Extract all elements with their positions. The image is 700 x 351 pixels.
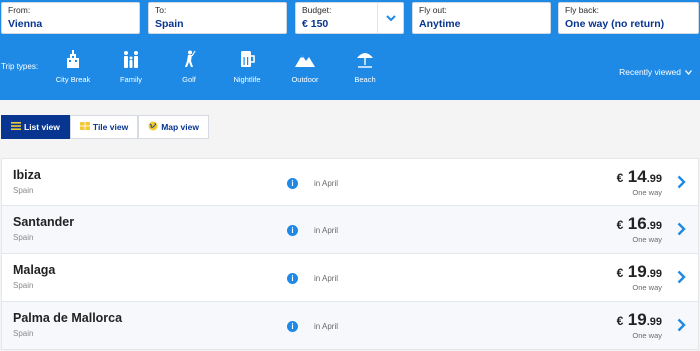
trip-type-golf[interactable]: Golf <box>161 48 217 84</box>
price: € 19.99 One way <box>617 262 662 292</box>
info-icon[interactable]: i <box>287 225 298 236</box>
trip-type-nightlife[interactable]: Nightlife <box>219 48 275 84</box>
price-decimal: .99 <box>646 220 662 232</box>
price: € 19.99 One way <box>617 310 662 340</box>
list-item[interactable]: Santander Spain i in April € 16.99 One w… <box>1 206 699 254</box>
chevron-down-icon[interactable] <box>377 3 403 33</box>
list-item[interactable]: Ibiza Spain i in April € 14.99 One way <box>1 158 699 206</box>
city-icon <box>45 48 101 70</box>
currency: € <box>616 314 624 328</box>
golf-icon <box>161 48 217 70</box>
search-header: From: Vienna To: Spain Budget: € 150 Fly… <box>0 0 700 100</box>
recently-viewed-label: Recently viewed <box>619 67 681 77</box>
list-item[interactable]: Malaga Spain i in April € 19.99 One way <box>1 254 699 302</box>
fly-out-value: Anytime <box>419 18 461 30</box>
fare-type: One way <box>632 283 662 292</box>
price-decimal: .99 <box>646 173 662 185</box>
tile-view-button[interactable]: Tile view <box>69 115 139 139</box>
trip-type-label: Outdoor <box>291 75 319 84</box>
travel-period: in April <box>314 274 339 283</box>
list-item[interactable]: Palma de Mallorca Spain i in April € 19.… <box>1 302 699 350</box>
destination-country: Spain <box>13 186 34 195</box>
chevron-right-icon[interactable] <box>677 175 686 194</box>
fly-back-label: Fly back: <box>565 5 600 15</box>
budget-field[interactable]: Budget: € 150 <box>295 2 404 34</box>
list-view-button[interactable]: List view <box>1 115 70 139</box>
info-icon[interactable]: i <box>287 178 298 189</box>
fly-out-label: Fly out: <box>419 5 447 15</box>
currency: € <box>616 266 624 280</box>
trip-type-label: Beach <box>354 75 376 84</box>
trip-types-label: Trip types: <box>1 62 39 71</box>
trip-type-beach[interactable]: Beach <box>337 48 393 84</box>
destination-city: Palma de Mallorca <box>13 311 123 325</box>
trip-type-label: Family <box>119 75 143 84</box>
price-decimal: .99 <box>646 268 662 280</box>
price: € 14.99 One way <box>617 167 662 197</box>
trip-type-label: Golf <box>182 75 196 84</box>
price-decimal: .99 <box>646 316 662 328</box>
price: € 16.99 One way <box>617 214 662 244</box>
trip-type-family[interactable]: Family <box>103 48 159 84</box>
chevron-right-icon[interactable] <box>677 222 686 241</box>
from-value: Vienna <box>8 18 43 30</box>
info-icon[interactable]: i <box>287 321 298 332</box>
currency: € <box>616 218 624 232</box>
to-field[interactable]: To: Spain <box>148 2 287 34</box>
drink-icon <box>219 48 275 70</box>
price-integer: 14 <box>627 167 647 186</box>
recently-viewed-toggle[interactable]: Recently viewed <box>619 67 692 77</box>
chevron-right-icon[interactable] <box>677 270 686 289</box>
from-label: From: <box>8 5 31 15</box>
chevron-right-icon[interactable] <box>677 318 686 337</box>
trip-type-city-break[interactable]: City Break <box>45 48 101 84</box>
price-integer: 19 <box>627 310 647 329</box>
price-integer: 19 <box>627 262 647 281</box>
destination-country: Spain <box>13 233 34 242</box>
fly-back-value: One way (no return) <box>565 18 665 30</box>
fly-out-field[interactable]: Fly out: Anytime <box>412 2 551 34</box>
list-view-label: List view <box>24 122 60 132</box>
to-value: Spain <box>155 18 184 30</box>
trip-type-label: Nightlife <box>233 75 261 84</box>
tile-icon <box>79 122 90 132</box>
trip-type-outdoor[interactable]: Outdoor <box>277 48 333 84</box>
list-icon <box>11 122 21 132</box>
family-icon <box>103 48 159 70</box>
destination-country: Spain <box>13 329 34 338</box>
fare-type: One way <box>632 188 662 197</box>
travel-period: in April <box>314 226 339 235</box>
fly-back-field[interactable]: Fly back: One way (no return) <box>558 2 699 34</box>
destination-city: Ibiza <box>13 168 41 182</box>
info-icon[interactable]: i <box>287 273 298 284</box>
tile-view-label: Tile view <box>92 122 129 132</box>
chevron-down-icon <box>685 67 692 77</box>
trip-type-label: City Break <box>55 75 91 84</box>
destination-country: Spain <box>13 281 34 290</box>
umbrella-icon <box>337 48 393 70</box>
globe-icon <box>148 121 158 133</box>
results-list: Ibiza Spain i in April € 14.99 One way S… <box>1 158 699 350</box>
currency: € <box>616 171 624 185</box>
fare-type: One way <box>632 331 662 340</box>
travel-period: in April <box>314 179 339 188</box>
map-view-button[interactable]: Map view <box>138 115 209 139</box>
fare-type: One way <box>632 235 662 244</box>
destination-city: Malaga <box>13 263 56 277</box>
destination-city: Santander <box>13 215 75 229</box>
price-integer: 16 <box>627 214 647 233</box>
from-field[interactable]: From: Vienna <box>1 2 140 34</box>
map-view-label: Map view <box>161 122 199 132</box>
to-label: To: <box>155 5 167 15</box>
view-toggle: List view Tile view Map view <box>1 115 209 139</box>
travel-period: in April <box>314 322 339 331</box>
mountain-icon <box>277 48 333 70</box>
